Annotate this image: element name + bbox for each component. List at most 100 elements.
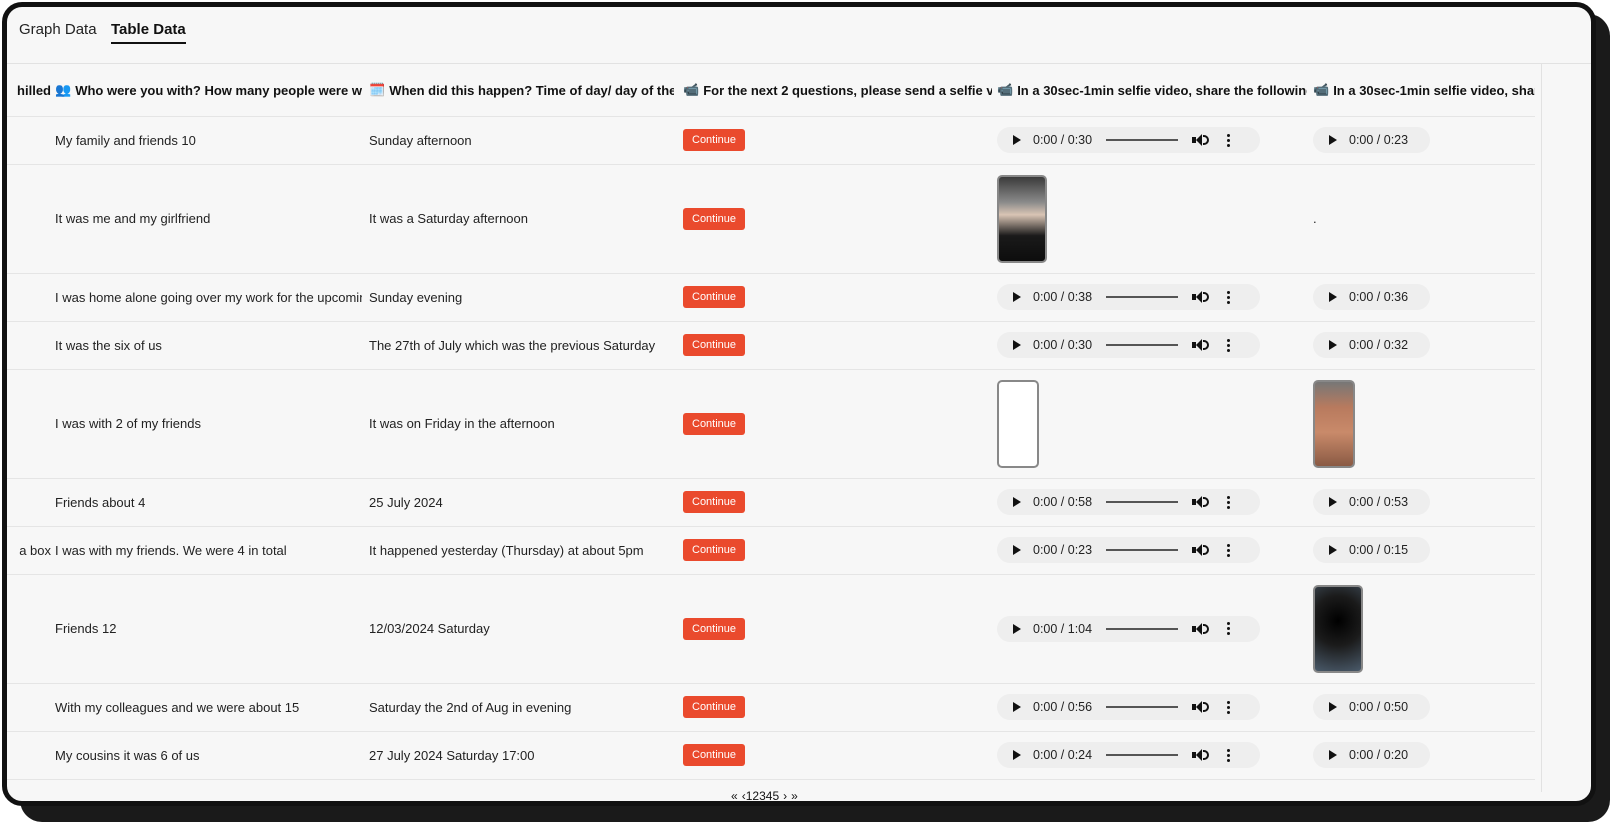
next-page-button[interactable]: › [783, 789, 787, 801]
data-table[interactable]: hilled 👥 Who were you with? How many peop… [7, 64, 1542, 792]
cell-truncated [7, 731, 51, 779]
volume-icon[interactable] [1192, 291, 1210, 303]
tab-graph-data[interactable]: Graph Data [19, 21, 97, 42]
audio-player[interactable]: 0:00 / 0:38 [997, 284, 1260, 310]
calendar-icon: 🗓️ [369, 82, 386, 97]
play-icon[interactable] [1329, 135, 1337, 145]
header-cell: hilled [17, 82, 51, 98]
audio-seek-bar[interactable] [1106, 627, 1179, 630]
cell-action: Continue [683, 526, 992, 574]
audio-player[interactable]: 0:00 / 0:23 [1313, 127, 1430, 153]
volume-icon[interactable] [1192, 339, 1210, 351]
play-icon[interactable] [1013, 545, 1021, 555]
continue-button[interactable]: Continue [683, 286, 746, 308]
audio-seek-bar[interactable] [1106, 754, 1179, 756]
cell-action: Continue [683, 731, 992, 779]
audio-seek-bar[interactable] [1106, 501, 1179, 503]
continue-button[interactable]: Continue [683, 129, 746, 151]
play-icon[interactable] [1013, 292, 1021, 302]
volume-icon[interactable] [1192, 622, 1210, 635]
audio-seek-bar[interactable] [1106, 549, 1179, 551]
audio-player[interactable]: 0:00 / 0:32 [1313, 332, 1430, 358]
audio-seek-bar[interactable] [1106, 706, 1179, 708]
more-options-icon[interactable] [1227, 700, 1231, 714]
continue-button[interactable]: Continue [683, 491, 746, 513]
audio-seek-bar[interactable] [1106, 344, 1179, 346]
continue-button[interactable]: Continue [683, 744, 746, 766]
video-thumbnail[interactable] [997, 174, 1047, 263]
audio-player[interactable]: 0:00 / 0:15 [1313, 537, 1430, 563]
page-3[interactable]: 3 [759, 789, 766, 801]
tab-bar: Graph Data Table Data [7, 7, 1591, 64]
first-page-button[interactable]: « [731, 789, 738, 801]
cell-when: 27 July 2024 Saturday 17:00 [369, 747, 535, 763]
more-options-icon[interactable] [1227, 338, 1231, 352]
people-icon: 👥 [55, 82, 72, 97]
volume-icon[interactable] [1192, 134, 1210, 146]
more-options-icon[interactable] [1227, 748, 1231, 762]
volume-icon[interactable] [1192, 496, 1210, 508]
more-options-icon[interactable] [1227, 543, 1231, 557]
play-icon[interactable] [1013, 497, 1021, 507]
more-options-icon[interactable] [1227, 622, 1231, 635]
page-4[interactable]: 4 [766, 789, 773, 801]
more-options-icon[interactable] [1227, 495, 1231, 509]
volume-icon[interactable] [1192, 749, 1210, 761]
play-icon[interactable] [1013, 750, 1021, 760]
audio-player[interactable]: 0:00 / 0:23 [997, 537, 1260, 563]
cell-when: Sunday afternoon [369, 132, 472, 148]
cell-media [1313, 574, 1535, 683]
audio-player[interactable]: 0:00 / 0:58 [997, 489, 1260, 515]
last-page-button[interactable]: » [791, 789, 798, 801]
cell-text: a box [19, 542, 51, 558]
audio-player[interactable]: 0:00 / 0:50 [1313, 694, 1430, 720]
play-icon[interactable] [1329, 340, 1337, 350]
continue-button[interactable]: Continue [683, 207, 746, 230]
play-icon[interactable] [1329, 702, 1337, 712]
play-icon[interactable] [1329, 292, 1337, 302]
continue-button[interactable]: Continue [683, 334, 746, 356]
play-icon[interactable] [1329, 545, 1337, 555]
volume-icon[interactable] [1192, 701, 1210, 713]
cell-action: Continue [683, 273, 992, 321]
cell-action: Continue [683, 574, 992, 683]
cell-when: 12/03/2024 Saturday [369, 621, 490, 636]
continue-button[interactable]: Continue [683, 412, 746, 435]
continue-button[interactable]: Continue [683, 696, 746, 718]
play-icon[interactable] [1013, 702, 1021, 712]
cell-media: 0:00 / 0:53 [1313, 478, 1535, 526]
audio-time: 0:00 / 0:23 [1033, 543, 1093, 557]
audio-player[interactable]: 0:00 / 0:53 [1313, 489, 1430, 515]
audio-player[interactable]: 0:00 / 0:36 [1313, 284, 1430, 310]
audio-player[interactable]: 0:00 / 0:56 [997, 694, 1260, 720]
audio-time: 0:00 / 0:32 [1349, 338, 1409, 352]
play-icon[interactable] [1013, 135, 1021, 145]
play-icon[interactable] [1013, 340, 1021, 350]
play-icon[interactable] [1329, 497, 1337, 507]
continue-button[interactable]: Continue [683, 539, 746, 561]
page-5[interactable]: 5 [772, 789, 779, 801]
cell-truncated [7, 164, 51, 273]
audio-seek-bar[interactable] [1106, 139, 1179, 141]
audio-seek-bar[interactable] [1106, 296, 1179, 298]
cell-truncated [7, 478, 51, 526]
more-options-icon[interactable] [1227, 290, 1231, 304]
volume-icon[interactable] [1192, 544, 1210, 556]
video-thumbnail[interactable] [997, 379, 1039, 468]
play-icon[interactable] [1013, 623, 1021, 634]
audio-player[interactable]: 0:00 / 0:30 [997, 332, 1260, 358]
audio-player[interactable]: 0:00 / 0:24 [997, 742, 1260, 768]
continue-button[interactable]: Continue [683, 617, 746, 640]
audio-player[interactable]: 0:00 / 0:30 [997, 127, 1260, 153]
audio-player[interactable]: 0:00 / 0:20 [1313, 742, 1430, 768]
more-options-icon[interactable] [1227, 133, 1231, 147]
video-thumbnail[interactable] [1313, 379, 1355, 468]
video-thumbnail[interactable] [1313, 584, 1363, 673]
tab-table-data[interactable]: Table Data [111, 21, 186, 44]
cell-media: 0:00 / 0:23 [997, 526, 1307, 574]
cell-truncated [7, 574, 51, 683]
play-icon[interactable] [1329, 750, 1337, 760]
page-2[interactable]: 2 [752, 789, 759, 801]
page-1[interactable]: 1 [746, 789, 753, 801]
audio-player[interactable]: 0:00 / 1:04 [997, 615, 1260, 642]
